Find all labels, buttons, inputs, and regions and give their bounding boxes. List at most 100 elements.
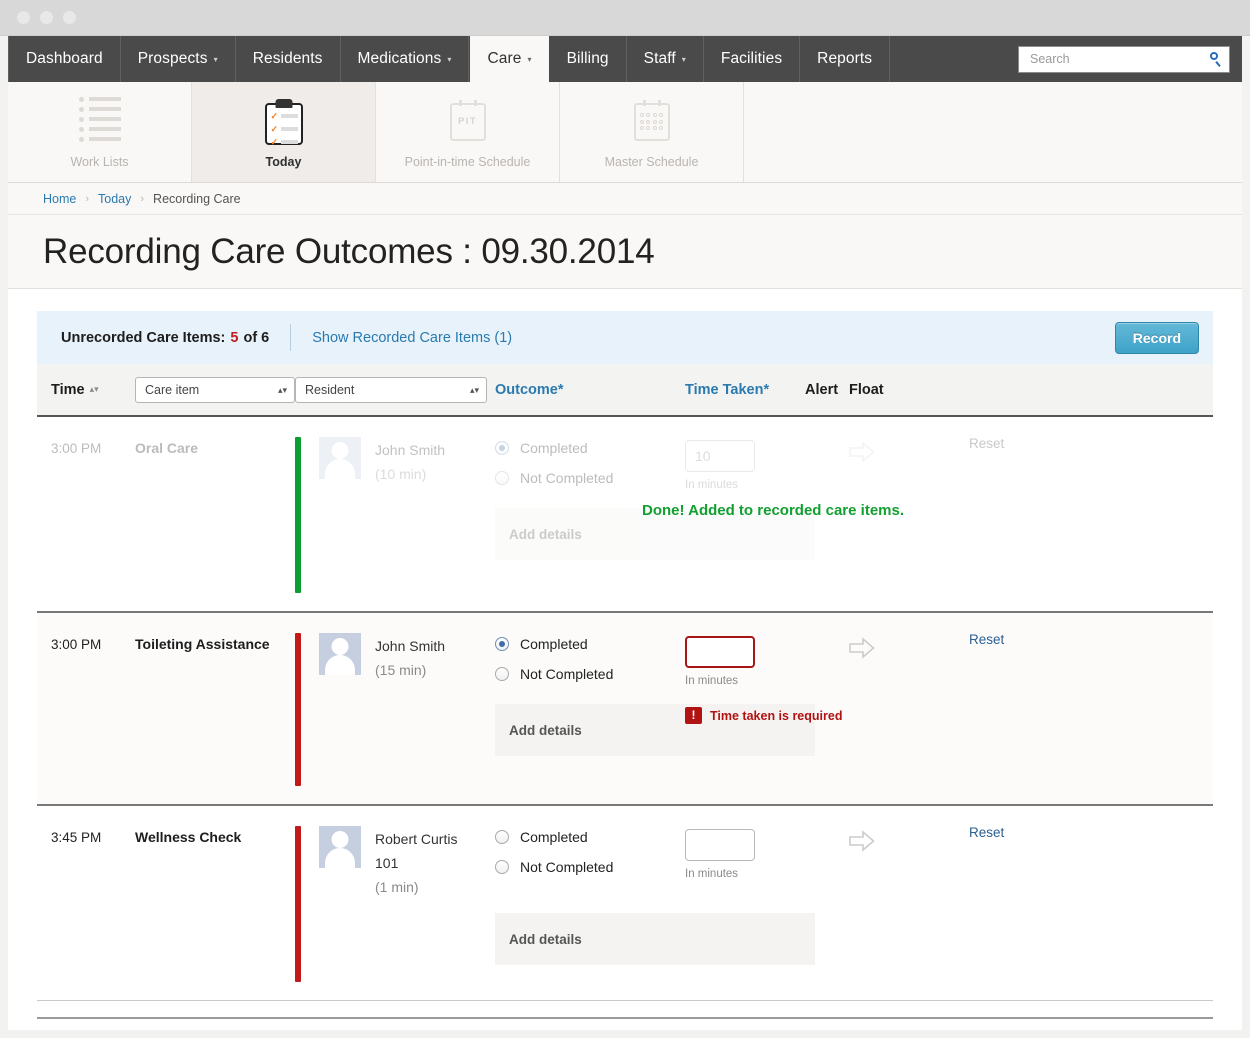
unrecorded-info-bar: Unrecorded Care Items: 5 of 6 Show Recor… (37, 311, 1213, 364)
bottom-divider (37, 1017, 1213, 1019)
radio-button-icon[interactable] (495, 471, 509, 485)
breadcrumb-today[interactable]: Today (98, 192, 131, 206)
browser-viewport: Dashboard Prospects ▾ Residents Medicati… (0, 36, 1250, 1038)
nav-label: Care (487, 50, 522, 67)
column-filter-care-item[interactable]: Care item ▴▾ (135, 376, 295, 403)
radio-completed[interactable]: Completed (495, 829, 685, 845)
resident-info: John Smith (10 min) (375, 437, 445, 593)
row-outcome: Completed Not Completed Add details (495, 824, 815, 982)
row-float (849, 824, 969, 982)
time-taken-hint: In minutes (685, 868, 739, 880)
nav-item-facilities[interactable]: Facilities (704, 36, 801, 82)
radio-not-completed[interactable]: Not Completed (495, 859, 685, 875)
resident-select[interactable]: Resident ▴▾ (295, 376, 487, 403)
nav-item-care[interactable]: Care ▾ (469, 36, 550, 82)
column-header-alert: Alert (805, 381, 849, 399)
outcome-header-label: Outcome (495, 381, 558, 398)
radio-button-icon[interactable] (495, 830, 509, 844)
search-box[interactable] (1018, 45, 1230, 73)
arrow-right-icon[interactable] (849, 830, 875, 852)
subnav-item-work-lists[interactable]: Work Lists (8, 82, 192, 182)
radio-completed-label: Completed (520, 829, 588, 845)
arrow-right-icon[interactable] (849, 637, 875, 659)
radio-button-icon[interactable] (495, 441, 509, 455)
radio-not-completed-label: Not Completed (520, 470, 614, 486)
clipboard-icon: ✓ ✓ ✓ (264, 98, 303, 146)
radio-button-icon[interactable] (495, 667, 509, 681)
row-reset: Reset (969, 435, 1199, 593)
show-recorded-care-items-link[interactable]: Show Recorded Care Items (1) (312, 330, 512, 346)
pit-calendar-icon: PIT (449, 99, 486, 144)
subnav-item-master-schedule[interactable]: Master Schedule (560, 82, 744, 182)
breadcrumb-home[interactable]: Home (43, 192, 76, 206)
add-details-label: Add details (509, 526, 582, 542)
row-care-item: Wellness Check (135, 829, 242, 845)
radio-button-icon[interactable] (495, 860, 509, 874)
radio-not-completed[interactable]: Not Completed (495, 470, 685, 486)
resident-name: John Smith (375, 442, 446, 458)
status-indicator-bar (295, 437, 301, 593)
nav-label: Billing (566, 50, 609, 67)
table-row: 3:00 PM Toileting Assistance John Smith … (37, 611, 1213, 806)
radio-completed-label: Completed (520, 636, 588, 652)
nav-item-dashboard[interactable]: Dashboard (8, 36, 121, 82)
table-row: 3:00 PM Oral Care John Smith (10 min) Co… (37, 417, 1213, 612)
row-reset: Reset (969, 631, 1199, 786)
search-icon[interactable] (1209, 51, 1225, 67)
record-button[interactable]: Record (1114, 321, 1199, 354)
chevron-down-icon: ▾ (681, 55, 686, 64)
maximize-window-button[interactable] (63, 11, 76, 24)
row-resident: Robert Curtis 101 (1 min) (295, 824, 495, 982)
time-taken-input[interactable] (685, 636, 755, 668)
arrow-right-icon[interactable] (849, 441, 875, 463)
radio-button-icon[interactable] (495, 637, 509, 651)
main-content: Unrecorded Care Items: 5 of 6 Show Recor… (8, 289, 1242, 1001)
column-header-time-taken: Time Taken* (685, 381, 805, 399)
nav-label: Prospects (137, 50, 208, 67)
alert-header-label: Alert (805, 381, 839, 398)
row-time: 3:00 PM (51, 441, 102, 456)
resident-name: John Smith (375, 638, 446, 654)
row-time: 3:00 PM (51, 637, 102, 652)
avatar (319, 826, 361, 868)
reset-link[interactable]: Reset (969, 825, 1008, 840)
radio-completed[interactable]: Completed (495, 440, 685, 456)
page-title-bar: Recording Care Outcomes : 09.30.2014 (8, 215, 1242, 289)
radio-completed-label: Completed (520, 440, 588, 456)
row-reset: Reset (969, 824, 1199, 982)
row-outcome: Completed Not Completed Add details (495, 631, 815, 786)
subnav-item-point-in-time-schedule[interactable]: PIT Point-in-time Schedule (376, 82, 560, 182)
subnav-label: Master Schedule (604, 154, 699, 169)
avatar (319, 633, 361, 675)
time-taken-input[interactable] (685, 440, 755, 472)
close-window-button[interactable] (17, 11, 30, 24)
nav-label: Facilities (720, 50, 783, 67)
time-taken-hint: In minutes (685, 479, 739, 491)
add-details-label: Add details (509, 931, 582, 947)
nav-item-prospects[interactable]: Prospects ▾ (121, 36, 236, 82)
outcome-required-star: * (557, 381, 564, 398)
row-time-taken: In minutes (685, 824, 805, 982)
column-header-time[interactable]: Time ▴▾ (51, 381, 135, 399)
column-filter-resident[interactable]: Resident ▴▾ (295, 376, 495, 403)
care-item-select-value: Care item (145, 382, 200, 397)
nav-item-reports[interactable]: Reports (800, 36, 891, 82)
radio-completed[interactable]: Completed (495, 636, 685, 652)
minimize-window-button[interactable] (40, 11, 53, 24)
nav-item-residents[interactable]: Residents (236, 36, 341, 82)
table-row: 3:45 PM Wellness Check Robert Curtis 101 (37, 806, 1213, 1001)
time-taken-input[interactable] (685, 829, 755, 861)
nav-item-staff[interactable]: Staff ▾ (627, 36, 704, 82)
nav-item-medications[interactable]: Medications ▾ (341, 36, 470, 82)
care-item-select[interactable]: Care item ▴▾ (135, 376, 295, 403)
avatar (319, 437, 361, 479)
nav-item-billing[interactable]: Billing (550, 36, 627, 82)
reset-link[interactable]: Reset (969, 436, 1008, 451)
reset-link[interactable]: Reset (969, 632, 1008, 647)
sort-icon[interactable]: ▴▾ (90, 385, 99, 394)
radio-not-completed[interactable]: Not Completed (495, 666, 685, 682)
search-input[interactable] (1028, 51, 1209, 67)
subnav-item-today[interactable]: ✓ ✓ ✓ Today (192, 82, 376, 182)
chevron-down-icon: ▾ (527, 55, 532, 64)
subnav-label: Today (265, 154, 302, 169)
